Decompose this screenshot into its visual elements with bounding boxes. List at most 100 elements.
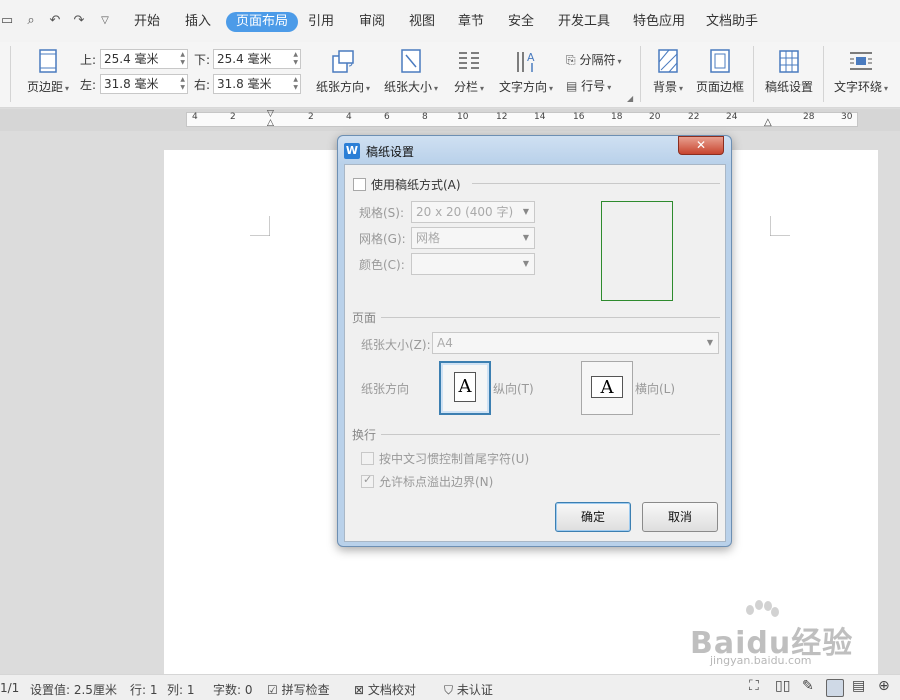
chevron-down-icon: ▼ xyxy=(522,207,529,216)
use-manuscript-checkbox[interactable] xyxy=(353,178,366,191)
group-expand-icon[interactable]: ◢ xyxy=(627,94,633,103)
paper-size-select[interactable]: A4 ▼ xyxy=(432,332,719,354)
top-margin-input[interactable]: 25.4 毫米 ▲ ▼ xyxy=(100,49,188,69)
spec-select[interactable]: 20 x 20 (400 字) ▼ xyxy=(411,201,535,223)
ruler-number: 20 xyxy=(649,112,661,122)
color-select[interactable]: ▼ xyxy=(411,253,535,275)
page-border-button[interactable]: 页面边框 xyxy=(693,48,747,95)
word-count[interactable]: 字数: 0 xyxy=(213,681,253,698)
line-numbers-button[interactable]: ▤ 行号 ▾ xyxy=(566,77,611,94)
tab-doc-assistant[interactable]: 文档助手 xyxy=(706,12,758,32)
tab-review[interactable]: 审阅 xyxy=(359,12,385,32)
punct-overflow-checkbox[interactable]: ✓ xyxy=(361,473,374,488)
tab-features[interactable]: 特色应用 xyxy=(633,12,685,32)
tab-developer[interactable]: 开发工具 xyxy=(558,12,610,32)
tab-security[interactable]: 安全 xyxy=(508,12,534,32)
paper-size-value: A4 xyxy=(437,336,453,350)
orientation-button[interactable]: 纸张方向 ▾ xyxy=(312,48,374,95)
right-indent-marker[interactable]: △ xyxy=(764,117,772,128)
ruler-number: 2 xyxy=(230,112,236,122)
bottom-margin-value: 25.4 毫米 xyxy=(217,52,272,66)
landscape-option[interactable]: A xyxy=(581,361,633,415)
dropdown-caret-icon: ▾ xyxy=(617,57,622,66)
manuscript-settings-button[interactable]: 稿纸设置 xyxy=(760,48,818,95)
use-manuscript-label[interactable]: 使用稿纸方式(A) xyxy=(371,176,461,193)
page-corner-mark xyxy=(250,216,270,236)
fullscreen-icon[interactable]: ⛶ xyxy=(749,678,759,694)
landscape-label[interactable]: 横向(L) xyxy=(635,380,675,397)
spell-check-button[interactable]: ☑ 拼写检查 xyxy=(267,681,330,698)
reading-mode-icon[interactable]: ▯▯ xyxy=(775,678,790,694)
tab-references[interactable]: 引用 xyxy=(308,12,334,32)
dropdown-caret-icon: ▾ xyxy=(480,84,485,93)
margins-button[interactable]: 页边距 ▾ xyxy=(22,48,74,95)
orientation-label: 纸张方向 xyxy=(315,80,364,94)
breaks-icon: ⎘ xyxy=(566,53,576,67)
left-indent-marker[interactable]: ▽ △ xyxy=(267,110,274,128)
margins-icon xyxy=(35,48,61,74)
text-wrap-label: 文字环绕 xyxy=(833,80,882,94)
background-label: 背景 xyxy=(652,80,677,94)
outline-view-icon[interactable]: ▤ xyxy=(852,678,865,694)
text-direction-label: 文字方向 xyxy=(498,80,547,94)
customize-icon[interactable]: ▽ xyxy=(98,14,112,28)
spinner-icon[interactable]: ▲ ▼ xyxy=(293,51,298,67)
tab-view[interactable]: 视图 xyxy=(409,12,435,32)
bottom-margin-label: 下: xyxy=(194,53,211,67)
dialog-titlebar[interactable]: W 稿纸设置 ✕ xyxy=(338,136,731,164)
close-button[interactable]: ✕ xyxy=(678,136,724,155)
breaks-button[interactable]: ⎘ 分隔符 ▾ xyxy=(566,51,621,68)
spinner-icon[interactable]: ▲ ▼ xyxy=(180,76,185,92)
background-button[interactable]: 背景 ▾ xyxy=(648,48,688,95)
print-preview-icon[interactable]: ⌕ xyxy=(24,14,38,28)
page-section-title: 页面 xyxy=(352,309,381,326)
chinese-control-checkbox[interactable] xyxy=(361,452,374,465)
grid-value: 网格 xyxy=(416,231,441,245)
right-margin-input[interactable]: 31.8 毫米 ▲ ▼ xyxy=(213,74,301,94)
web-view-icon[interactable]: ⊕ xyxy=(878,678,890,694)
doc-proof-label: 文档校对 xyxy=(367,683,416,697)
page-indicator[interactable]: 1/1 xyxy=(0,681,19,695)
punct-overflow-label[interactable]: 允许标点溢出边界(N) xyxy=(379,473,493,490)
setting-value: 设置值: 2.5厘米 xyxy=(30,683,117,697)
top-margin-label: 上: xyxy=(80,53,97,67)
certification-status[interactable]: ⛉ 未认证 xyxy=(444,681,493,698)
columns-button[interactable]: 分栏 ▾ xyxy=(449,48,489,95)
tab-home[interactable]: 开始 xyxy=(134,12,160,32)
text-direction-button[interactable]: A 文字方向 ▾ xyxy=(496,48,556,95)
tab-insert[interactable]: 插入 xyxy=(185,12,211,32)
left-margin-input[interactable]: 31.8 毫米 ▲ ▼ xyxy=(100,74,188,94)
cancel-button[interactable]: 取消 xyxy=(642,502,718,532)
spinner-icon[interactable]: ▲ ▼ xyxy=(293,76,298,92)
text-wrap-button[interactable]: 文字环绕 ▾ xyxy=(830,48,892,95)
undo-icon[interactable]: ↶ xyxy=(48,14,62,28)
horizontal-ruler[interactable]: 4 2 2 4 6 8 10 12 14 16 18 20 22 24 28 3… xyxy=(0,109,900,131)
margins-label: 页边距 xyxy=(26,80,63,94)
text-wrap-icon xyxy=(848,48,874,74)
tab-page-layout[interactable]: 页面布局 xyxy=(226,12,299,32)
paper-size-label: 纸张大小 xyxy=(383,80,432,94)
bottom-margin-input[interactable]: 25.4 毫米 ▲ ▼ xyxy=(213,49,301,69)
page-view-icon[interactable] xyxy=(826,679,844,697)
doc-proof-button[interactable]: ⊠ 文档校对 xyxy=(354,681,416,698)
print-icon[interactable]: ▭ xyxy=(0,14,14,28)
left-margin-label: 左: xyxy=(80,78,97,92)
paper-size-button[interactable]: 纸张大小 ▾ xyxy=(381,48,441,95)
portrait-page-icon: A xyxy=(454,372,476,402)
portrait-label[interactable]: 纵向(T) xyxy=(493,380,534,397)
ribbon-divider xyxy=(823,46,824,102)
top-margin-value: 25.4 毫米 xyxy=(104,52,159,66)
portrait-option[interactable]: A xyxy=(439,361,491,415)
doc-proof-icon: ⊠ xyxy=(354,683,365,697)
grid-select[interactable]: 网格 ▼ xyxy=(411,227,535,249)
page-border-label: 页面边框 xyxy=(695,80,744,94)
chinese-control-label[interactable]: 按中文习惯控制首尾字符(U) xyxy=(379,450,529,467)
spinner-icon[interactable]: ▲ ▼ xyxy=(180,51,185,67)
redo-icon[interactable]: ↷ xyxy=(72,14,86,28)
background-icon xyxy=(655,48,681,74)
pen-icon[interactable]: ✎ xyxy=(802,678,814,694)
wrap-section-title: 换行 xyxy=(352,426,381,443)
tab-chapter[interactable]: 章节 xyxy=(458,12,484,32)
ok-button[interactable]: 确定 xyxy=(555,502,631,532)
ruler-number: 28 xyxy=(803,112,815,122)
